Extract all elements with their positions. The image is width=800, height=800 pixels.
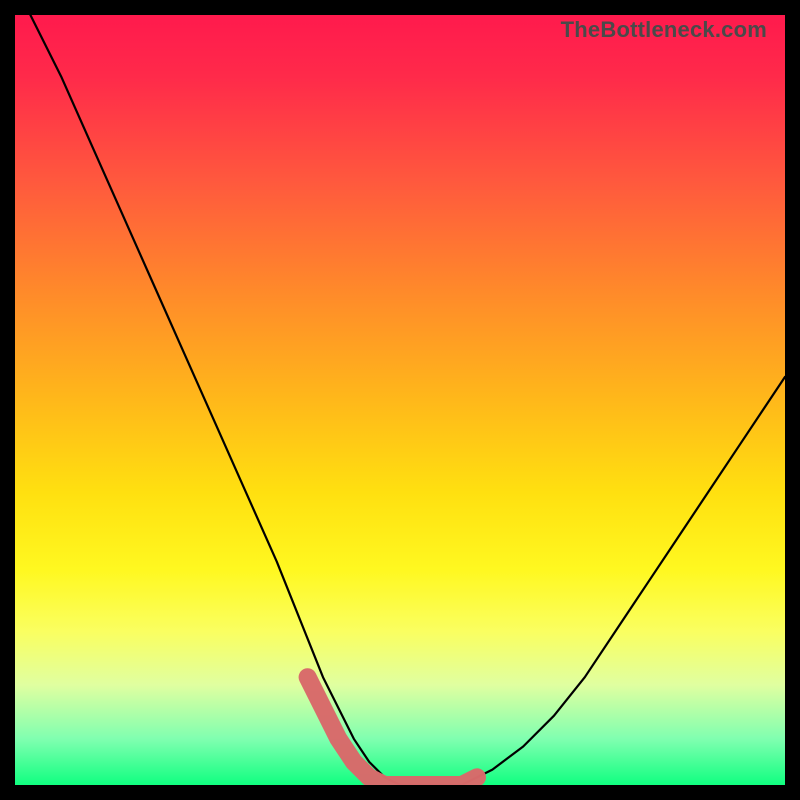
optimal-zone-highlight [308, 677, 477, 785]
chart-frame: TheBottleneck.com [0, 0, 800, 800]
plot-area: TheBottleneck.com [15, 15, 785, 785]
bottleneck-curve [30, 15, 785, 785]
chart-svg [15, 15, 785, 785]
